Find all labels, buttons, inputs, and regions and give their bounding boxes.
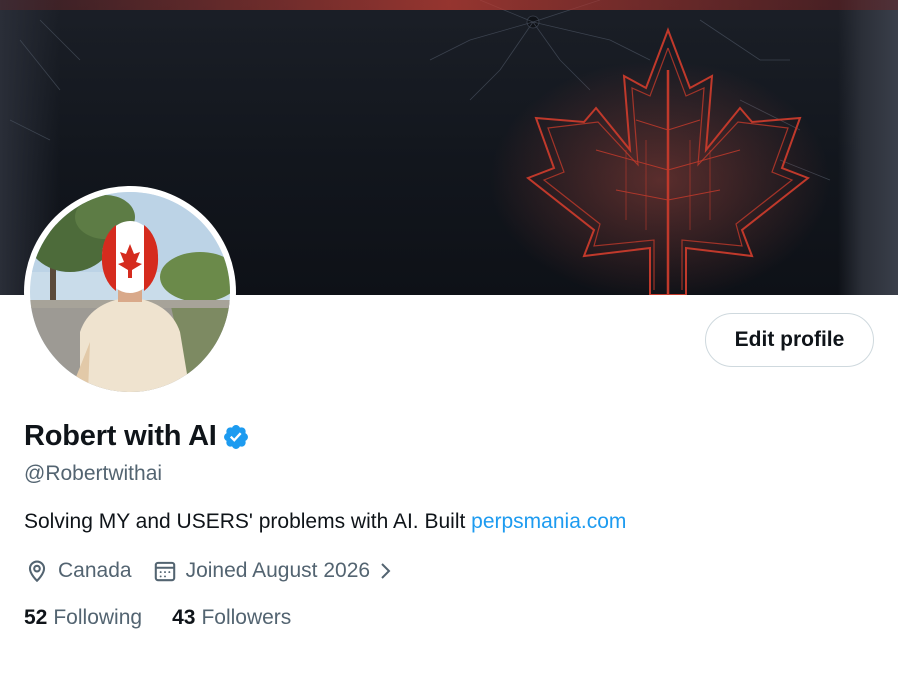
location-text: Canada [58,559,132,582]
profile-name-row: Robert with AI [24,420,250,453]
profile-handle: @Robertwithai [24,462,163,485]
display-name: Robert with AI [24,420,217,452]
calendar-icon [152,558,178,584]
following-count: 52 [24,606,48,629]
followers-count: 43 [172,606,196,629]
location-item: Canada [24,558,132,584]
follow-stats: 52 Following 43 Followers [24,606,321,630]
location-pin-icon [24,558,50,584]
following-label: Following [53,606,143,629]
profile-meta: Canada Joined August 2026 [24,558,396,584]
verified-badge-icon[interactable] [222,423,250,451]
joined-item[interactable]: Joined August 2026 [152,558,397,584]
joined-text: Joined August 2026 [185,559,371,582]
banner-top-glow [0,0,898,10]
avatar-photo [30,192,230,392]
followers-link[interactable]: 43 Followers [172,606,291,630]
bio-text: Solving MY and USERS' problems with AI. … [24,510,472,533]
chevron-right-icon[interactable] [374,558,396,584]
edit-profile-button[interactable]: Edit profile [705,313,874,367]
following-link[interactable]: 52 Following [24,606,142,630]
bio-link[interactable]: perpsmania.com [471,510,626,533]
profile-bio: Solving MY and USERS' problems with AI. … [24,510,626,534]
avatar[interactable] [24,186,236,398]
followers-label: Followers [201,606,292,629]
